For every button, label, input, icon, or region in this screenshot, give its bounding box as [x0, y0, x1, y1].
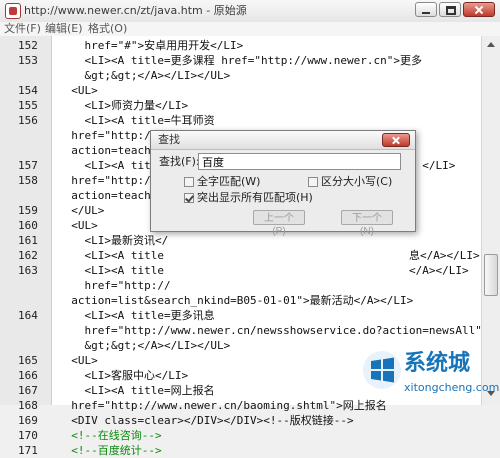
whole-word-checkbox[interactable]: [184, 177, 194, 187]
window-title: http://www.newer.cn/zt/java.htm - 原始源: [24, 4, 247, 17]
code-text: </UL>: [58, 204, 105, 217]
code-line: action=list&search_nkind=B05-01-01">最新活动…: [0, 293, 481, 308]
code-line: 162 <LI><A title 息</A></LI>: [0, 248, 481, 263]
line-number: 156: [18, 114, 38, 127]
watermark-url: xitongcheng.com: [404, 381, 500, 394]
maximize-icon[interactable]: [439, 2, 461, 17]
menu-edit[interactable]: 编辑(E): [45, 23, 83, 35]
windows-logo-icon: [363, 351, 401, 389]
watermark-brand: 系统城: [404, 351, 471, 376]
match-case-checkbox[interactable]: [308, 177, 318, 187]
line-number: 152: [18, 39, 38, 52]
code-text: <DIV class=clear></DIV></DIV><!--版权链接-->: [58, 414, 354, 427]
code-text: <LI><A title=牛耳师资: [58, 114, 215, 127]
line-number: 171: [18, 444, 38, 457]
code-line: 164 <LI><A title=更多讯息: [0, 308, 481, 323]
code-text: <!--百度统计-->: [58, 444, 162, 457]
line-number: 166: [18, 369, 38, 382]
close-icon[interactable]: [463, 2, 495, 17]
code-line: 156 <LI><A title=牛耳师资: [0, 113, 481, 128]
menu-format[interactable]: 格式(O): [88, 23, 127, 35]
line-number: 165: [18, 354, 38, 367]
code-text: <UL>: [58, 354, 98, 367]
code-text: href="http://w: [58, 174, 164, 187]
code-text: action=list&search_nkind=B05-01-01">最新活动…: [58, 294, 414, 307]
code-text: <LI><A title=更多课程 href="http://www.newer…: [58, 54, 423, 67]
highlight-all-label: 突出显示所有匹配项(H): [197, 191, 313, 204]
whole-word-label: 全字匹配(W): [197, 175, 261, 188]
line-number: 160: [18, 219, 38, 232]
match-case-label: 区分大小写(C): [321, 175, 393, 188]
code-text: href="http://www.newer.cn/newsshowservic…: [58, 324, 500, 337]
code-text: &gt;&gt;</A></LI></UL>: [58, 69, 231, 82]
dialog-close-icon[interactable]: [382, 133, 410, 147]
code-text: <LI>客服中心</LI>: [58, 369, 189, 382]
line-number: 169: [18, 414, 38, 427]
code-text: <LI>最新资讯</: [58, 234, 169, 247]
code-text: href="http://www.newer.cn/baoming.shtml"…: [58, 399, 387, 412]
code-line: href="http://www.newer.cn/newsshowservic…: [0, 323, 500, 338]
source-view-window: http://www.newer.cn/zt/java.htm - 原始源 文件…: [0, 0, 500, 457]
code-line: 155 <LI>师资力量</LI>: [0, 98, 481, 113]
code-text: <LI><A title </A></LI>: [58, 264, 469, 277]
code-text: action=teacher: [58, 144, 164, 157]
code-text: <LI>师资力量</LI>: [58, 99, 189, 112]
code-line: 171 <!--百度统计-->: [0, 443, 481, 458]
line-number: 155: [18, 99, 38, 112]
line-number: 153: [18, 54, 38, 67]
code-text: <UL>: [58, 219, 98, 232]
scrollbar-thumb[interactable]: [484, 254, 498, 296]
line-number: 170: [18, 429, 38, 442]
find-dialog: 查找 查找(F): 全字匹配(W) 区分大小写(C) 突出显示所有匹配项(H) …: [150, 130, 416, 237]
code-line: href="http://: [0, 278, 481, 293]
site-watermark: 系统城 xitongcheng.com: [362, 348, 500, 405]
menu-bar: 文件(F) 编辑(E) 格式(O): [0, 22, 500, 36]
code-text: <LI><A title=网上报名: [58, 384, 215, 397]
code-line: 170 <!--在线咨询-->: [0, 428, 481, 443]
code-line: 169 <DIV class=clear></DIV></DIV><!--版权链…: [0, 413, 481, 428]
line-number: 159: [18, 204, 38, 217]
line-number: 154: [18, 84, 38, 97]
code-line: 154 <UL>: [0, 83, 481, 98]
find-dialog-title: 查找: [158, 133, 180, 146]
code-text: <!--在线咨询-->: [58, 429, 162, 442]
find-next-button[interactable]: 下一个(N): [341, 210, 393, 237]
find-dialog-titlebar[interactable]: 查找: [151, 131, 415, 150]
code-text: <LI><A title=更多讯息: [58, 309, 215, 322]
code-text: action=teacher: [58, 189, 164, 202]
code-text: <UL>: [58, 84, 98, 97]
find-input[interactable]: [198, 153, 401, 170]
find-previous-button[interactable]: 上一个(P): [253, 210, 305, 237]
find-label: 查找(F):: [159, 155, 200, 168]
code-text: href="#">安卓用用开发</LI>: [58, 39, 244, 52]
line-number: 162: [18, 249, 38, 262]
code-text: <LI><A title 息</A></LI>: [58, 249, 480, 262]
line-number: 163: [18, 264, 38, 277]
line-number: 167: [18, 384, 38, 397]
code-line: &gt;&gt;</A></LI></UL>: [0, 68, 481, 83]
code-line: 152 href="#">安卓用用开发</LI>: [0, 38, 481, 53]
menu-file[interactable]: 文件(F): [4, 23, 41, 35]
code-line: 153 <LI><A title=更多课程 href="http://www.n…: [0, 53, 481, 68]
code-line: 161 <LI>最新资讯</: [0, 233, 481, 248]
code-line: 163 <LI><A title </A></LI>: [0, 263, 481, 278]
highlight-all-checkbox[interactable]: [184, 193, 194, 203]
code-text: &gt;&gt;</A></LI></UL>: [58, 339, 231, 352]
title-bar[interactable]: http://www.newer.cn/zt/java.htm - 原始源: [0, 0, 500, 23]
line-number: 164: [18, 309, 38, 322]
line-number: 158: [18, 174, 38, 187]
minimize-icon[interactable]: [415, 2, 437, 17]
line-number: 161: [18, 234, 38, 247]
app-icon: [5, 3, 21, 19]
line-number: 168: [18, 399, 38, 412]
code-text: href="http://: [58, 279, 383, 292]
scroll-up-icon[interactable]: [484, 38, 498, 52]
line-number: 157: [18, 159, 38, 172]
